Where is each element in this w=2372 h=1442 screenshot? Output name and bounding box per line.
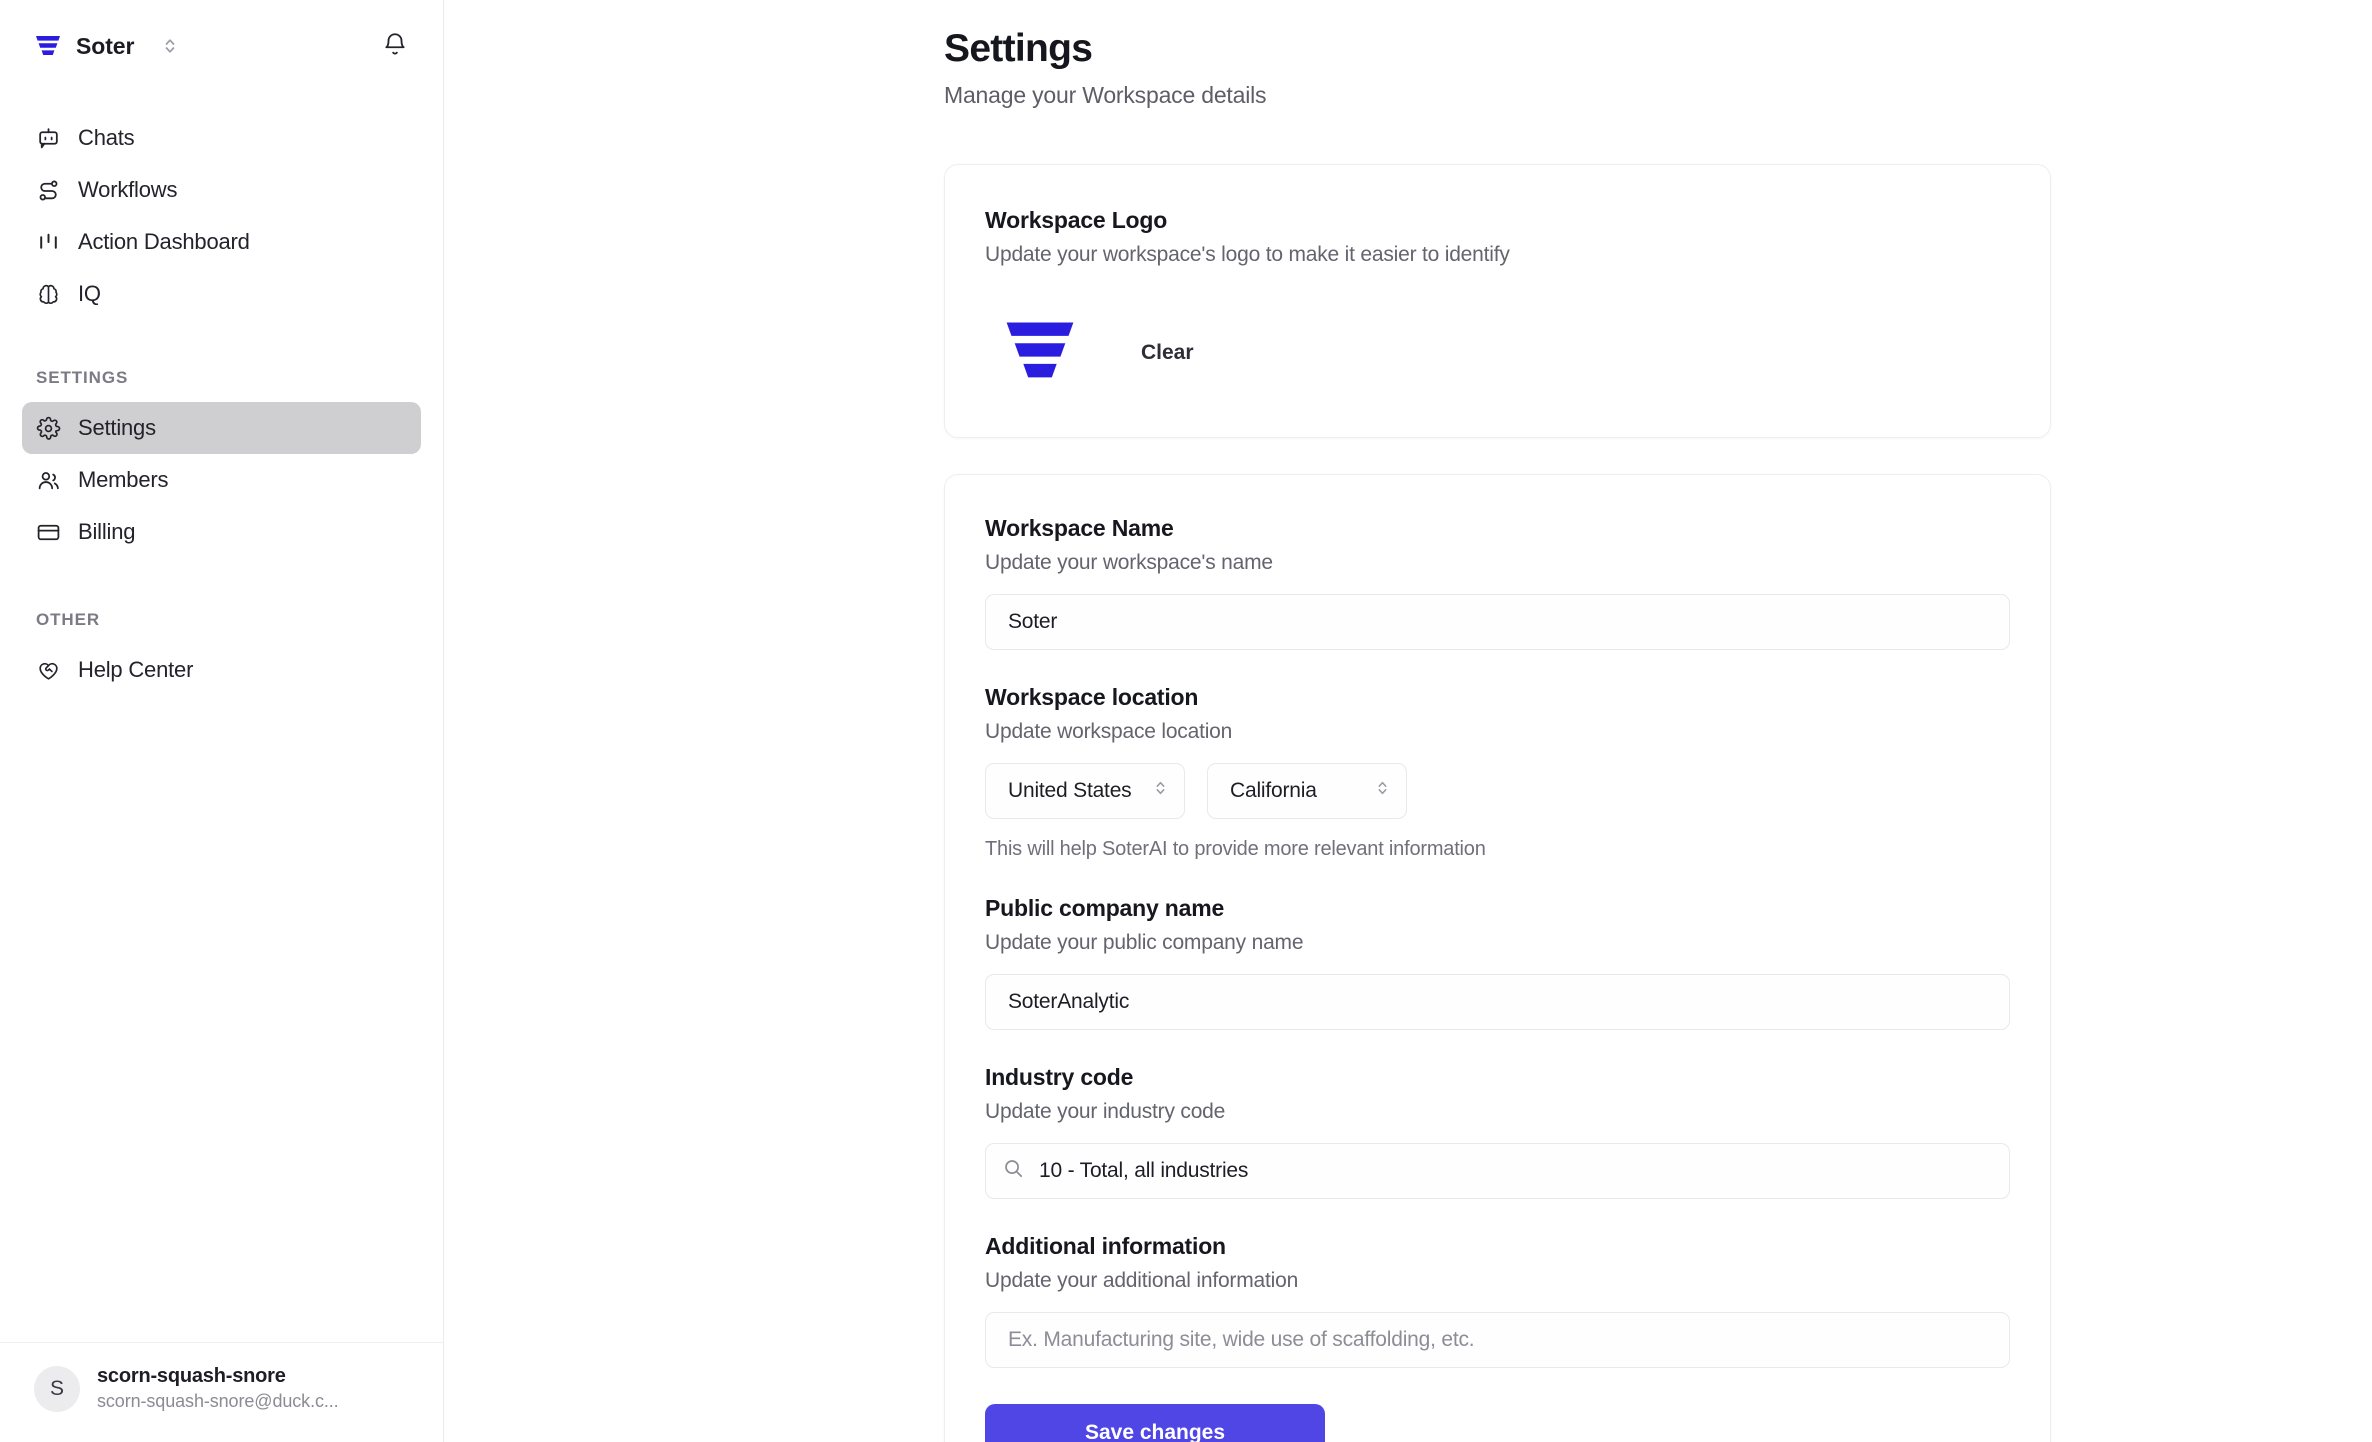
sidebar-item-action-dashboard[interactable]: Action Dashboard <box>22 216 421 268</box>
save-changes-button[interactable]: Save changes <box>985 1404 1325 1442</box>
state-select[interactable]: California <box>1207 763 1407 820</box>
country-select-value: United States <box>1008 779 1132 803</box>
workspace-details-card: Workspace Name Update your workspace's n… <box>944 474 2051 1442</box>
workspace-logo-card: Workspace Logo Update your workspace's l… <box>944 164 2051 439</box>
workspace-switcher[interactable]: Soter <box>34 33 178 60</box>
sidebar-item-label: Settings <box>78 415 156 440</box>
bell-icon <box>382 31 408 62</box>
field-workspace-location: Workspace location Update workspace loca… <box>985 684 2010 861</box>
gear-icon <box>36 416 61 441</box>
page-subtitle: Manage your Workspace details <box>944 82 1267 109</box>
chevron-up-down-icon <box>1153 777 1168 805</box>
user-name: scorn-squash-snore <box>97 1365 286 1387</box>
industry-code-description: Update your industry code <box>985 1100 1226 1124</box>
sidebar-item-billing[interactable]: Billing <box>22 506 421 558</box>
field-public-company-name: Public company name Update your public c… <box>985 895 2010 1031</box>
user-meta: scorn-squash-snore scorn-squash-snore@du… <box>97 1365 339 1412</box>
user-email: scorn-squash-snore@duck.c... <box>97 1391 339 1411</box>
industry-code-search[interactable]: 10 - Total, all industries <box>985 1143 2010 1200</box>
heart-handshake-icon <box>36 658 61 683</box>
industry-code-label: Industry code <box>985 1064 1134 1091</box>
sidebar-item-label: Chats <box>78 125 135 150</box>
sidebar: Soter Chats Workflows Action Dashboard I… <box>0 0 444 1442</box>
sidebar-nav: Chats Workflows Action Dashboard IQ SETT… <box>0 92 443 696</box>
workflow-route-icon <box>36 178 61 203</box>
sidebar-item-chats[interactable]: Chats <box>22 112 421 164</box>
credit-card-icon <box>36 520 61 545</box>
field-industry-code: Industry code Update your industry code … <box>985 1064 2010 1200</box>
field-workspace-name: Workspace Name Update your workspace's n… <box>985 515 2010 651</box>
funnel-logo-icon <box>34 33 62 59</box>
clear-logo-button[interactable]: Clear <box>1123 331 1212 375</box>
users-icon <box>36 468 61 493</box>
avatar: S <box>34 1365 80 1412</box>
app-root: Soter Chats Workflows Action Dashboard I… <box>0 0 2372 1442</box>
sidebar-item-iq[interactable]: IQ <box>22 268 421 320</box>
sidebar-section-title-settings: SETTINGS <box>36 368 129 387</box>
brain-icon <box>36 282 61 307</box>
sidebar-item-label: Workflows <box>78 177 178 202</box>
chevron-up-down-icon <box>1375 777 1390 805</box>
sidebar-item-workflows[interactable]: Workflows <box>22 164 421 216</box>
user-profile-button[interactable]: S scorn-squash-snore scorn-squash-snore@… <box>0 1342 443 1442</box>
workspace-name-label: Workspace Name <box>985 515 1174 542</box>
chevron-up-down-icon <box>148 34 178 58</box>
workspace-logo-description: Update your workspace's logo to make it … <box>985 243 1510 267</box>
workspace-name: Soter <box>76 32 135 59</box>
workspace-logo-row: Clear <box>985 309 2010 397</box>
workspace-location-description: Update workspace location <box>985 720 1233 744</box>
sidebar-item-label: Help Center <box>78 657 194 682</box>
sidebar-item-help-center[interactable]: Help Center <box>22 644 421 696</box>
sidebar-item-label: Action Dashboard <box>78 229 250 254</box>
sidebar-section-title-other: OTHER <box>36 610 100 629</box>
workspace-name-input[interactable]: Soter <box>985 594 2010 651</box>
location-hint: This will help SoterAI to provide more r… <box>985 838 1486 861</box>
public-company-name-description: Update your public company name <box>985 931 1304 955</box>
additional-information-input[interactable]: Ex. Manufacturing site, wide use of scaf… <box>985 1312 2010 1369</box>
country-select[interactable]: United States <box>985 763 1185 820</box>
bot-message-square-icon <box>36 126 61 151</box>
workspace-location-label: Workspace location <box>985 684 1199 711</box>
workspace-name-description: Update your workspace's name <box>985 551 1273 575</box>
public-company-name-input[interactable]: SoterAnalytic <box>985 974 2010 1031</box>
notifications-button[interactable] <box>377 28 413 64</box>
field-additional-information: Additional information Update your addit… <box>985 1233 2010 1369</box>
search-icon <box>1002 1157 1025 1186</box>
additional-information-label: Additional information <box>985 1233 1226 1260</box>
sidebar-header: Soter <box>0 0 443 92</box>
sidebar-item-label: IQ <box>78 281 101 306</box>
sidebar-item-label: Billing <box>78 519 136 544</box>
sidebar-item-label: Members <box>78 467 169 492</box>
main-content: Settings Manage your Workspace details W… <box>444 0 2372 1442</box>
state-select-value: California <box>1230 779 1317 803</box>
industry-code-value: 10 - Total, all industries <box>1039 1159 1249 1183</box>
workspace-logo-preview[interactable] <box>985 309 1095 397</box>
workspace-logo-title: Workspace Logo <box>985 207 1168 234</box>
audio-waveform-icon <box>36 230 61 255</box>
sidebar-item-settings[interactable]: Settings <box>22 402 421 454</box>
sidebar-item-members[interactable]: Members <box>22 454 421 506</box>
public-company-name-label: Public company name <box>985 895 1225 922</box>
location-selects: United States California <box>985 763 2010 820</box>
funnel-logo-icon <box>1000 316 1080 391</box>
additional-information-description: Update your additional information <box>985 1269 1299 1293</box>
page-title: Settings <box>944 27 1093 70</box>
